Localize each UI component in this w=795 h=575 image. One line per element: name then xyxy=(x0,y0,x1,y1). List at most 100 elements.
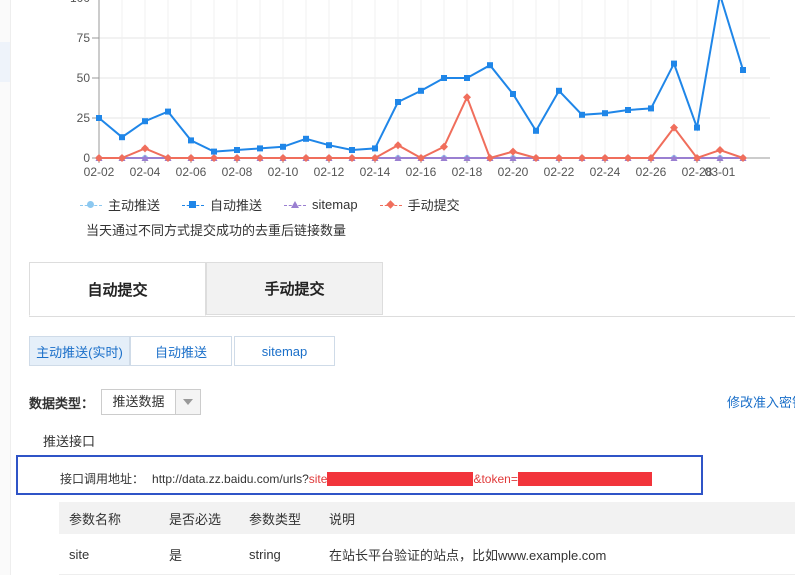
redacted-site xyxy=(327,471,474,486)
x-tick-label: 02-18 xyxy=(452,165,483,179)
legend-swatch xyxy=(284,199,307,211)
y-tick-label: 75 xyxy=(77,31,91,45)
data-point xyxy=(142,118,148,125)
subtab-active-push[interactable]: 主动推送(实时) xyxy=(29,336,130,366)
data-point xyxy=(211,148,217,155)
data-point xyxy=(625,107,631,113)
data-point xyxy=(96,115,102,121)
data-point xyxy=(372,145,378,152)
chart-legend: 主动推送 自动推送 sitemap 手动提交 xyxy=(80,195,460,214)
header-required: 是否必选 xyxy=(169,511,222,527)
legend-label: 手动提交 xyxy=(407,198,460,213)
cell-param-type: string xyxy=(249,546,281,562)
params-table: 参数名称 是否必选 参数类型 说明 site 是 string 在站长平台验证的… xyxy=(59,502,795,575)
data-point xyxy=(464,75,470,81)
data-point xyxy=(188,137,194,144)
legend-label: sitemap xyxy=(312,197,358,212)
modify-key-link[interactable]: 修改准入密钥 xyxy=(727,392,795,411)
data-point xyxy=(602,110,608,117)
data-point xyxy=(648,105,654,112)
x-tick-label: 02-16 xyxy=(406,165,437,179)
redacted-token xyxy=(517,471,652,486)
table-header: 参数名称 是否必选 参数类型 说明 xyxy=(59,502,795,534)
data-point xyxy=(441,75,447,81)
submission-line-chart: 0 25 50 75 100 02-02 02-04 02-06 02-08 02-10 02-12… xyxy=(70,0,770,179)
data-point xyxy=(394,141,402,150)
header-param-type: 参数类型 xyxy=(249,511,302,527)
x-tick-label: 02-22 xyxy=(544,165,575,179)
cell-param-name: site xyxy=(69,546,90,562)
endpoint-highlight-box: 接口调用地址： http://data.zz.baidu.com/urls? s… xyxy=(16,455,703,495)
data-point xyxy=(509,147,517,156)
data-point xyxy=(280,143,286,150)
header-param-name: 参数名称 xyxy=(69,511,122,527)
x-tick-label: 02-12 xyxy=(314,165,345,179)
x-tick-label: 02-06 xyxy=(176,165,207,179)
x-tick-label: 02-04 xyxy=(130,165,161,179)
data-point xyxy=(533,127,539,134)
x-tick-label: 02-14 xyxy=(360,165,391,179)
data-point xyxy=(326,142,332,149)
data-point xyxy=(418,87,424,94)
y-tick-label: 0 xyxy=(83,151,90,165)
token-param: &token= xyxy=(473,471,518,486)
data-point xyxy=(141,144,149,153)
data-point xyxy=(303,135,309,142)
x-tick-label: 02-26 xyxy=(636,165,667,179)
data-point xyxy=(463,93,471,102)
data-point xyxy=(694,124,700,131)
data-point xyxy=(579,111,585,118)
cell-description: 在站长平台验证的站点，比如www.example.com xyxy=(329,547,607,563)
endpoint-url[interactable]: http://data.zz.baidu.com/urls? xyxy=(152,472,309,486)
y-tick-label: 25 xyxy=(77,111,91,125)
data-point xyxy=(740,67,746,73)
table-row: site 是 string 在站长平台验证的站点，比如www.example.c… xyxy=(59,534,795,575)
legend-swatch xyxy=(182,199,205,211)
data-point xyxy=(395,99,401,105)
x-tick-label: 03-01 xyxy=(705,165,736,179)
data-point xyxy=(165,108,171,115)
data-type-select[interactable]: 推送数据 xyxy=(101,389,201,415)
interface-title: 推送接口 xyxy=(43,434,96,449)
data-type-row: 数据类型： 推送数据 xyxy=(29,389,201,415)
x-tick-label: 02-08 xyxy=(222,165,253,179)
y-tick-label: 50 xyxy=(77,71,91,85)
tab-manual-submit[interactable]: 手动提交 xyxy=(206,262,383,315)
chart-caption: 当天通过不同方式提交成功的去重后链接数量 xyxy=(86,223,347,238)
subtab-auto-push[interactable]: 自动推送 xyxy=(130,336,232,366)
legend-item[interactable]: sitemap xyxy=(284,195,358,214)
endpoint-row: 接口调用地址： http://data.zz.baidu.com/urls? s… xyxy=(60,470,652,487)
legend-item[interactable]: 自动推送 xyxy=(182,195,262,214)
site-param: site xyxy=(308,471,328,486)
data-point xyxy=(510,91,516,97)
legend-item[interactable]: 主动推送 xyxy=(80,195,160,214)
endpoint-label: 接口调用地址： xyxy=(60,472,145,486)
legend-label: 自动推送 xyxy=(210,198,263,213)
main-tabs: 自动提交 手动提交 xyxy=(29,262,795,317)
data-point xyxy=(716,146,724,154)
data-point xyxy=(487,62,493,69)
data-point xyxy=(119,134,125,141)
tab-auto-submit[interactable]: 自动提交 xyxy=(29,262,206,316)
subtab-sitemap[interactable]: sitemap xyxy=(234,336,335,366)
data-point xyxy=(440,142,448,151)
data-point xyxy=(257,145,263,152)
x-tick-label: 02-02 xyxy=(84,165,115,179)
data-type-value: 推送数据 xyxy=(102,390,176,414)
x-tick-label: 02-20 xyxy=(498,165,529,179)
chevron-down-icon[interactable] xyxy=(176,390,200,414)
data-point xyxy=(671,60,677,67)
legend-swatch xyxy=(379,199,402,211)
x-tick-label: 02-24 xyxy=(590,165,621,179)
legend-item[interactable]: 手动提交 xyxy=(379,195,460,214)
cell-required: 是 xyxy=(169,547,183,563)
y-tick-label: 100 xyxy=(70,0,90,5)
data-point xyxy=(556,87,562,94)
data-type-label: 数据类型： xyxy=(29,395,95,411)
legend-swatch xyxy=(80,199,102,211)
data-point xyxy=(234,147,240,153)
data-point xyxy=(349,147,355,153)
x-tick-label: 02-10 xyxy=(268,165,299,179)
legend-label: 主动推送 xyxy=(108,198,161,213)
header-description: 说明 xyxy=(329,511,356,527)
